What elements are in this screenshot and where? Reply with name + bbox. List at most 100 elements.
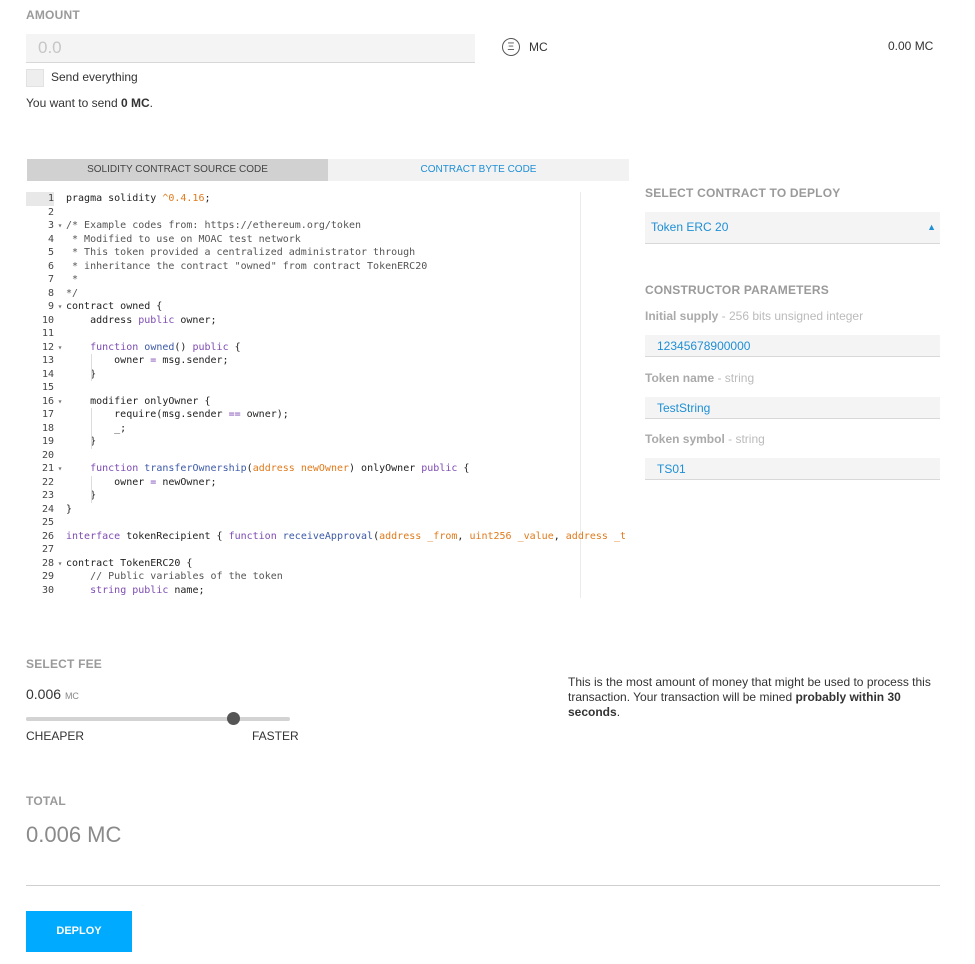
code-line: 23 } — [26, 489, 630, 503]
line-number: 6 — [47, 260, 54, 272]
line-number: 3 — [47, 220, 54, 231]
code-line: 17 require(msg.sender == owner); — [26, 408, 630, 422]
code-line: 8 */ — [26, 287, 630, 301]
code-line: 7 * — [26, 273, 630, 287]
fee-note: This is the most amount of money that mi… — [568, 675, 938, 720]
line-text: require(msg.sender == owner); — [66, 409, 289, 420]
line-text: string public name; — [90, 584, 205, 596]
constructor-params-label: CONSTRUCTOR PARAMETERS — [645, 283, 829, 297]
code-line: 22 owner = newOwner; — [26, 476, 630, 490]
total-value: 0.006 MC — [26, 822, 122, 847]
code-line: 10 address public owner; — [26, 314, 630, 328]
token-symbol-input[interactable]: TS01 — [645, 458, 940, 480]
line-number: 17 — [41, 409, 54, 420]
line-number: 13 — [41, 355, 54, 366]
param-initial-supply-label: Initial supply - 256 bits unsigned integ… — [645, 309, 863, 323]
line-text: contract TokenERC20 { — [66, 557, 193, 569]
line-number: 1 — [26, 192, 54, 206]
code-editor[interactable]: 1 pragma solidity ^0.4.16; 2 3 ▾/* Example c… — [26, 192, 630, 598]
fold-toggle-icon[interactable]: ▾ — [54, 300, 66, 314]
line-text: _; — [66, 422, 127, 434]
token-name-input[interactable]: TestString — [645, 397, 940, 419]
line-number: 7 — [47, 274, 54, 285]
param-token-symbol-label: Token symbol - string — [645, 432, 765, 446]
code-line: 29 // Public variables of the token — [26, 570, 630, 584]
send-everything-checkbox[interactable] — [26, 69, 44, 87]
send-summary-suffix: . — [149, 96, 153, 110]
divider — [26, 885, 940, 886]
code-line: 15 — [26, 381, 630, 395]
code-line: 1 pragma solidity ^0.4.16; — [26, 192, 630, 206]
indent-guide — [91, 408, 92, 449]
line-text: * inheritance the contract "owned" from … — [66, 260, 428, 272]
line-text: */ — [66, 287, 79, 299]
cheaper-label: CHEAPER — [26, 729, 85, 743]
send-summary-prefix: You want to send — [26, 96, 121, 110]
select-contract-label: SELECT CONTRACT TO DEPLOY — [645, 186, 841, 200]
fold-toggle-icon[interactable]: ▾ — [54, 462, 66, 476]
fold-toggle-icon[interactable]: ▾ — [54, 341, 66, 355]
line-text: pragma solidity ^0.4.16; — [66, 193, 211, 204]
contract-select-value: Token ERC 20 — [651, 220, 729, 234]
fee-amount: 0.006 — [26, 686, 62, 702]
line-text: function owned() public { — [90, 341, 241, 353]
fee-slider-handle[interactable] — [227, 712, 241, 725]
code-line: 13 owner = msg.sender; — [26, 354, 630, 368]
line-number: 28 — [41, 557, 54, 569]
line-text: owner = newOwner; — [66, 476, 217, 488]
initial-supply-input[interactable]: 12345678900000 — [645, 335, 940, 357]
line-number: 21 — [41, 463, 54, 474]
select-arrows-icon: ▲ — [927, 222, 936, 232]
line-number: 20 — [41, 449, 54, 461]
line-number: 5 — [47, 247, 54, 258]
fold-toggle-icon[interactable]: ▾ — [54, 395, 66, 409]
line-number: 25 — [41, 517, 54, 528]
param-initial-supply-type: - 256 bits unsigned integer — [718, 309, 864, 323]
fee-slider-track[interactable] — [26, 717, 290, 721]
line-number: 8 — [47, 287, 54, 299]
param-token-name-name: Token name — [645, 371, 715, 385]
line-number: 15 — [41, 382, 54, 393]
line-number: 22 — [41, 476, 54, 488]
code-line: 26 interface tokenRecipient { function re… — [26, 530, 630, 544]
param-token-symbol-type: - string — [724, 432, 765, 446]
code-line: 6 * inheritance the contract "owned" fro… — [26, 260, 630, 274]
balance-display: 0.00 MC — [888, 39, 934, 53]
code-line: 24} — [26, 503, 630, 517]
send-summary-amount: 0 MC — [120, 96, 150, 110]
code-line: 2 — [26, 206, 630, 220]
code-line: 4 * Modified to use on MOAC test network — [26, 233, 630, 247]
code-line: 5 * This token provided a centralized ad… — [26, 246, 630, 260]
code-line: 16 ▾ modifier onlyOwner { — [26, 395, 630, 409]
line-number: 23 — [41, 490, 54, 501]
param-token-symbol-name: Token symbol — [645, 432, 725, 446]
fee-value: 0.006 MC — [26, 686, 79, 702]
code-line: 12 ▾ function owned() public { — [26, 341, 630, 355]
param-token-name-label: Token name - string — [645, 371, 754, 385]
faster-label: FASTER — [252, 729, 299, 743]
code-line: 21 ▾ function transferOwnership(address n… — [26, 462, 630, 476]
line-number: 9 — [47, 301, 54, 312]
tab-contract-byte-code[interactable]: CONTRACT BYTE CODE — [328, 159, 629, 181]
line-number: 27 — [41, 544, 54, 555]
amount-input[interactable] — [26, 34, 475, 63]
deploy-button[interactable]: DEPLOY — [26, 911, 132, 952]
param-initial-supply-name: Initial supply — [645, 309, 719, 323]
amount-unit: MC — [529, 40, 548, 54]
line-number: 2 — [47, 206, 54, 218]
contract-select[interactable]: Token ERC 20 ▲ — [645, 212, 940, 244]
fold-toggle-icon[interactable]: ▾ — [54, 219, 66, 233]
indent-guide — [91, 475, 92, 503]
fee-slider-fill — [26, 717, 234, 721]
fold-toggle-icon[interactable]: ▾ — [54, 557, 66, 571]
amount-label: AMOUNT — [26, 8, 80, 22]
code-line: 11 — [26, 327, 630, 341]
line-number: 24 — [41, 503, 54, 515]
tab-solidity-source[interactable]: SOLIDITY CONTRACT SOURCE CODE — [27, 159, 328, 181]
line-number: 11 — [41, 328, 54, 339]
line-number: 26 — [41, 530, 54, 542]
line-number: 10 — [41, 314, 54, 326]
code-line: 30 string public name; — [26, 584, 630, 598]
code-line: 28 ▾ contract TokenERC20 { — [26, 557, 630, 571]
line-number: 19 — [41, 436, 54, 447]
